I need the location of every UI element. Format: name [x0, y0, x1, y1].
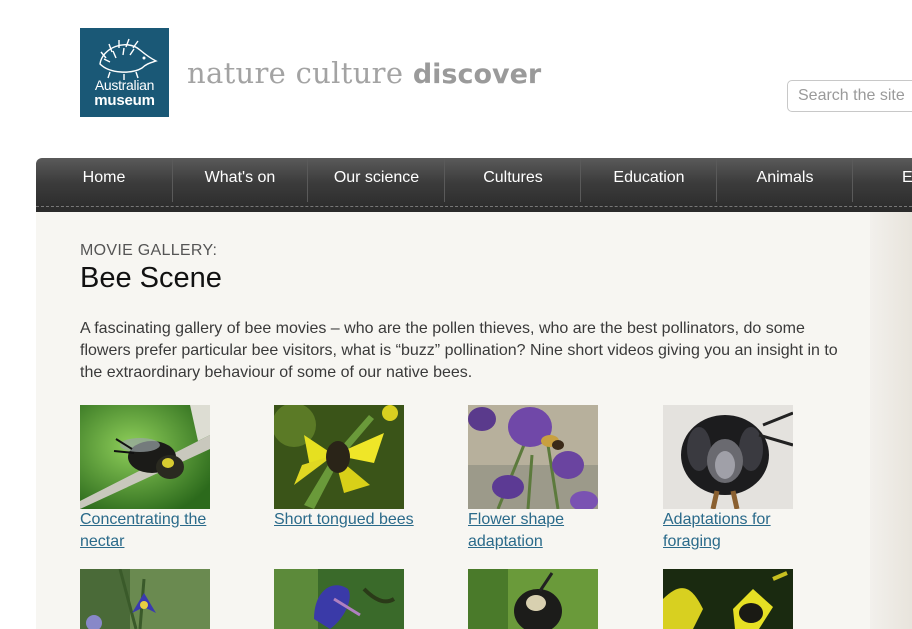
nav-item-our-science[interactable]: Our science — [308, 158, 445, 202]
right-gutter — [870, 212, 912, 629]
thumbnail-short-tongued-bees[interactable] — [274, 405, 404, 509]
thumbnail-gallery-item-6[interactable] — [274, 569, 404, 629]
link-line: Short tongued bees — [274, 511, 414, 528]
thumbnail-concentrating-nectar[interactable] — [80, 405, 210, 509]
link-line: adaptation — [468, 533, 543, 550]
site-tagline: nature culture discover — [187, 56, 541, 90]
nav-item-education[interactable]: Education — [581, 158, 717, 202]
logo-line-australian: Australian — [94, 77, 155, 93]
thumbnail-gallery-item-7[interactable] — [468, 569, 598, 629]
australian-museum-logo[interactable]: Australian museum — [80, 28, 169, 117]
nav-item-whats-on[interactable]: What's on — [172, 158, 308, 202]
thumbnail-flower-shape-adaptation[interactable] — [468, 405, 598, 509]
tagline-plain: nature culture — [187, 56, 413, 90]
nav-item-animals[interactable]: Animals — [717, 158, 853, 202]
section-label: MOVIE GALLERY: — [80, 242, 218, 259]
nav-item-truncated[interactable]: E — [902, 158, 912, 202]
link-line: Concentrating the — [80, 511, 207, 528]
intro-paragraph: A fascinating gallery of bee movies – wh… — [80, 320, 838, 381]
nav-separator — [852, 158, 853, 202]
link-line: Adaptations for — [663, 511, 771, 528]
tagline-bold: discover — [412, 59, 542, 90]
page-title: Bee Scene — [80, 262, 222, 294]
search-input[interactable]: Search the site — [787, 80, 912, 112]
thumbnail-gallery-item-8[interactable] — [663, 569, 793, 629]
link-line: nectar — [80, 533, 125, 550]
logo-line-museum: museum — [94, 92, 155, 109]
site-header: Australian museum nature culture discove… — [0, 0, 912, 158]
nav-item-cultures[interactable]: Cultures — [445, 158, 581, 202]
nav-item-home[interactable]: Home — [36, 158, 172, 202]
thumbnail-gallery-item-5[interactable] — [80, 569, 210, 629]
gallery-link-concentrating-nectar[interactable]: Concentrating the nectar — [80, 509, 230, 553]
main-nav: Home What's on Our science Cultures Educ… — [36, 158, 912, 212]
link-line: Flower shape — [468, 511, 565, 528]
link-line: foraging — [663, 533, 721, 550]
gallery-link-short-tongued-bees[interactable]: Short tongued bees — [274, 509, 424, 531]
thumbnail-adaptations-for-foraging[interactable] — [663, 405, 793, 509]
gallery-link-adaptations-for-foraging[interactable]: Adaptations for foraging — [663, 509, 813, 553]
gallery-link-flower-shape-adaptation[interactable]: Flower shape adaptation — [468, 509, 618, 553]
